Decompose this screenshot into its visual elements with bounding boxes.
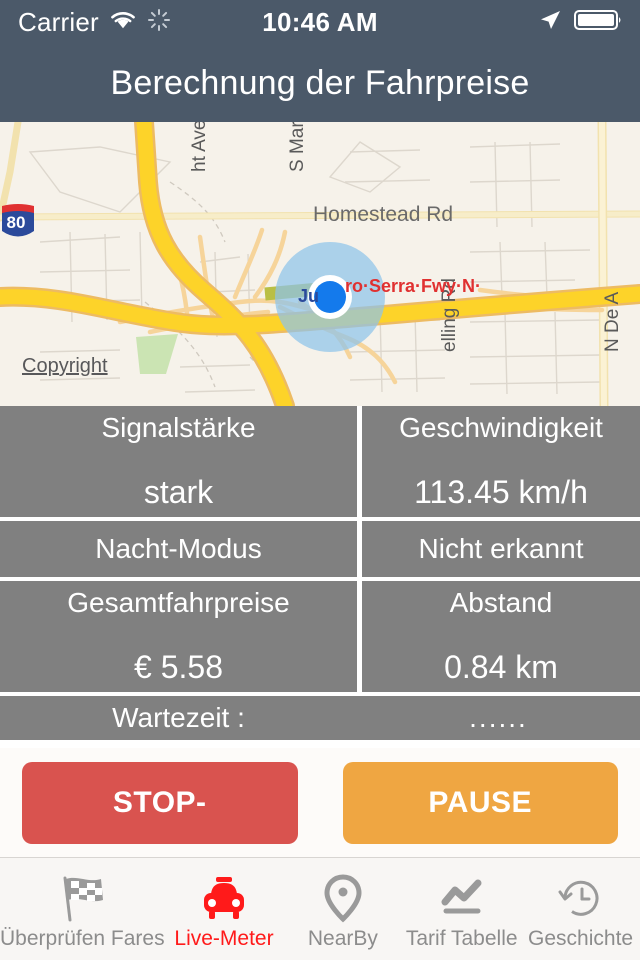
map-label-serra-fwy: ro·Serra·Fwy·N· [345,276,481,296]
metric-cell-distance: Abstand 0.84 km [362,581,640,692]
tab-label: Geschichte [528,927,634,950]
navigation-bar: Berechnung der Fahrpreise [0,44,640,122]
tab-live-meter[interactable]: Live-Meter [165,858,284,960]
metric-label-night-mode: Nacht-Modus [95,533,262,564]
map-label-homestead: Homestead Rd [313,203,453,226]
map-label-s-mary: S Mary [287,122,308,172]
tab-bar: Überprüfen Fares Live-Meter NearBy Tarif… [0,857,640,960]
tab-uberprufen-fares[interactable]: Überprüfen Fares [0,858,165,960]
metric-label-speed: Geschwindigkeit [399,412,603,443]
metric-value-total-fare: € 5.58 [134,649,223,685]
metric-cell-total-fare: Gesamtfahrpreise € 5.58 [0,581,357,692]
taxi-car-icon [198,873,250,923]
map-label-n-de-a: N De A [602,291,623,352]
chart-line-icon [438,873,486,923]
map-copyright-link[interactable]: Copyright [22,355,108,378]
location-arrow-icon [538,8,562,37]
tab-nearby[interactable]: NearBy [283,858,402,960]
metrics-panel: Signalstärke stark Geschwindigkeit 113.4… [0,406,640,748]
metric-label-total-fare: Gesamtfahrpreise [67,587,290,618]
battery-icon [574,8,624,37]
metric-value-speed: 113.45 km/h [414,474,588,510]
metrics-row-fare-distance: Gesamtfahrpreise € 5.58 Abstand 0.84 km [0,581,640,692]
status-bar-right [538,8,624,37]
tab-tarif-tabelle[interactable]: Tarif Tabelle [402,858,521,960]
page-title: Berechnung der Fahrpreise [110,63,530,102]
svg-text:80: 80 [7,213,26,232]
tab-label: NearBy [307,927,378,950]
metric-value-signal: stark [143,474,214,510]
status-bar: Carrier 10:46 AM [0,0,640,44]
metric-cell-speed: Geschwindigkeit 113.45 km/h [362,406,640,517]
metric-cell-night-mode: Nacht-Modus [0,521,357,577]
stop-button[interactable]: STOP- [22,762,298,844]
metric-cell-signal: Signalstärke stark [0,406,357,517]
tab-label: Überprüfen Fares [0,927,165,950]
metrics-row-night-mode: Nacht-Modus Nicht erkannt [0,521,640,577]
map-label-ju: Ju [298,286,319,306]
metric-label-waiting-time: Wartezeit : [112,702,245,733]
metrics-row-signal-speed: Signalstärke stark Geschwindigkeit 113.4… [0,406,640,517]
app-screen: Carrier 10:46 AM Berechnung der Fahrprei… [0,0,640,960]
metric-label-distance: Abstand [449,587,553,618]
tab-geschichte[interactable]: Geschichte [521,858,640,960]
metric-value-distance: 0.84 km [444,649,558,685]
checkered-flag-icon [55,873,109,923]
metric-value-waiting-time: ...... [469,702,528,733]
metric-cell-night-mode-value: Nicht erkannt [362,521,640,577]
map-pin-icon [321,873,365,923]
metric-value-night-mode: Nicht erkannt [418,533,584,564]
tab-label: Tarif Tabelle [405,927,518,950]
pause-button[interactable]: PAUSE [342,762,618,844]
history-clock-icon [556,873,606,923]
metrics-row-waiting-time: Wartezeit : ...... [0,696,640,740]
action-buttons: STOP- PAUSE [0,762,640,844]
map-label-ht-ave: ht Ave [189,122,210,172]
map-view[interactable]: 80 ht Ave S Mary Homestead Rd elling Rd … [0,122,640,406]
interstate-shield-icon: 80 [2,204,34,237]
tab-label: Live-Meter [174,927,274,950]
metric-label-signal: Signalstärke [101,412,256,443]
